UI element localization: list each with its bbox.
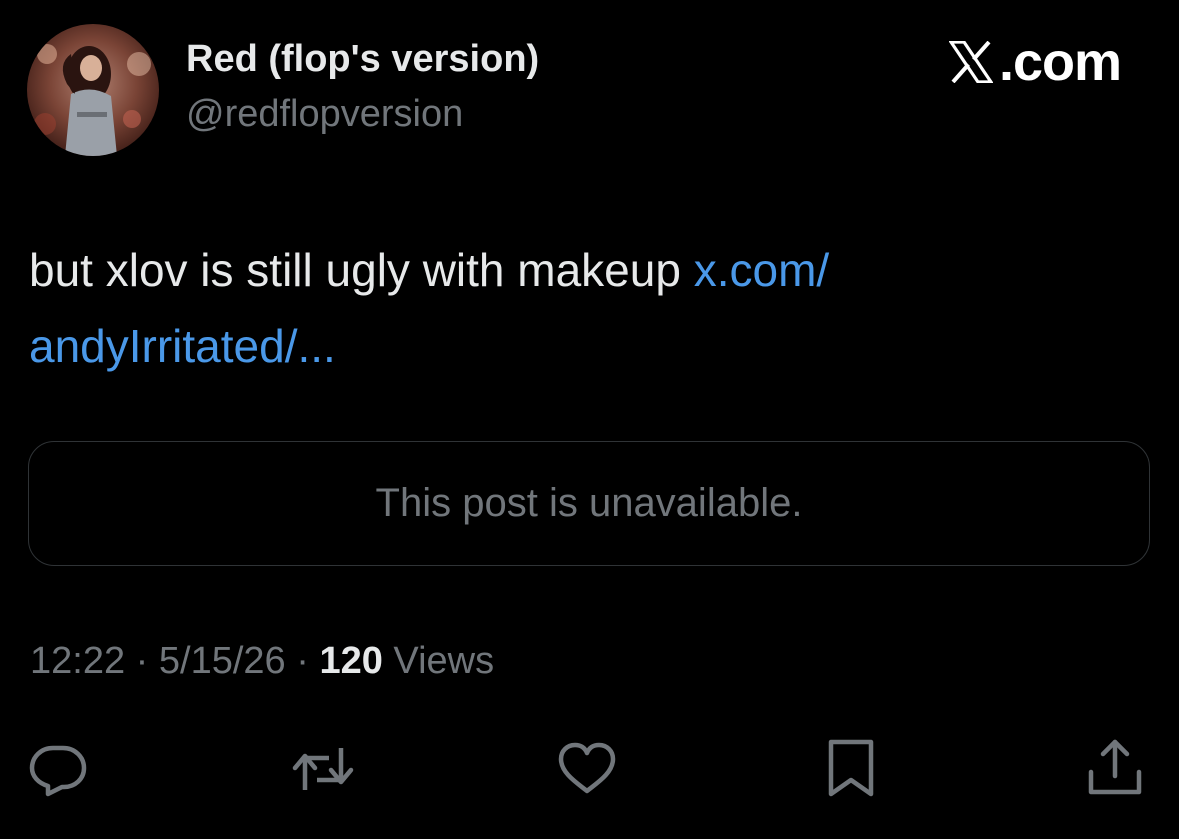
meta-separator: · [135, 640, 149, 682]
quoted-post-unavailable-text: This post is unavailable. [375, 481, 803, 525]
display-name[interactable]: Red (flop's version) [186, 38, 539, 81]
post-text: but xlov is still ugly with makeup x.com… [29, 232, 1129, 384]
post-link-line2[interactable]: andyIrritated/... [29, 320, 336, 372]
post-link-line1[interactable]: x.com/ [694, 244, 829, 296]
reply-icon [29, 745, 87, 797]
reply-button[interactable] [23, 733, 93, 803]
like-button[interactable] [552, 733, 622, 803]
views-count: 120 [319, 640, 383, 682]
avatar[interactable] [27, 24, 159, 156]
action-bar [0, 733, 1179, 803]
repost-icon [292, 748, 354, 790]
bookmark-button[interactable] [816, 733, 886, 803]
post-time[interactable]: 12:22 [30, 640, 125, 682]
repost-button[interactable] [288, 733, 358, 803]
share-icon [1088, 739, 1142, 795]
post-body: but xlov is still ugly with makeup [29, 244, 694, 296]
post-date[interactable]: 5/15/26 [159, 640, 286, 682]
views-label: Views [393, 640, 495, 682]
like-icon [558, 742, 616, 794]
avatar-photo [27, 24, 159, 156]
x-brand-text: .com [998, 32, 1122, 92]
bookmark-icon [828, 739, 874, 797]
x-logo-icon [948, 41, 993, 83]
share-button[interactable] [1080, 733, 1150, 803]
user-handle[interactable]: @redflopversion [186, 93, 463, 136]
post-metadata: 12:22 · 5/15/26 · 120 Views [30, 640, 494, 683]
meta-separator: · [296, 640, 309, 682]
quoted-post-card[interactable]: This post is unavailable. [28, 441, 1150, 566]
x-brand-logo: .com [948, 32, 1122, 92]
